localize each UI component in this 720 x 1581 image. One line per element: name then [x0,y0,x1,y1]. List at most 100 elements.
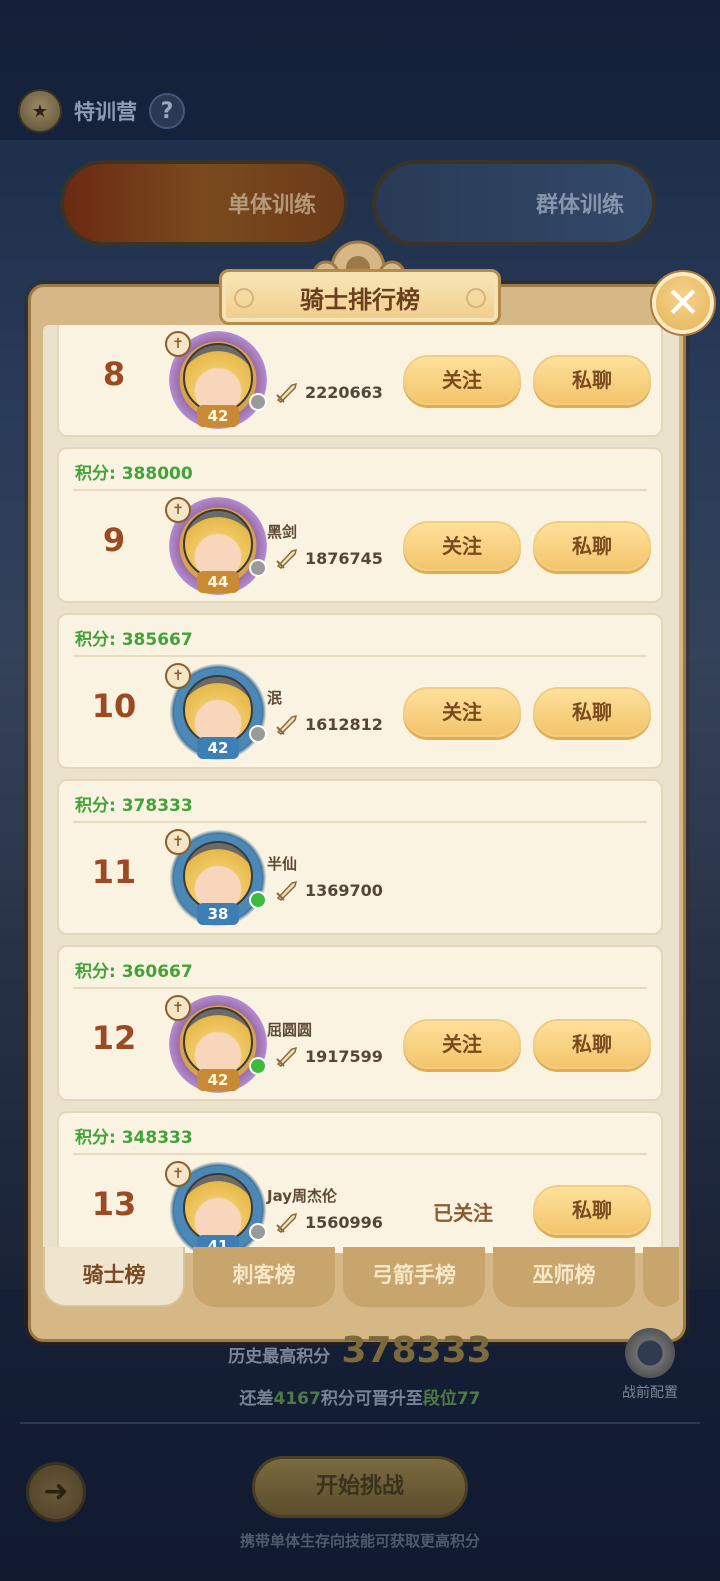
follow-button[interactable]: 关注 [403,355,521,405]
tab-class-1[interactable]: 刺客榜 [193,1247,335,1307]
back-arrow-icon: ➜ [43,1474,69,1509]
online-status-indicator [249,891,267,909]
tab-class-0[interactable]: 骑士榜 [43,1247,185,1307]
panel-title-plate: 骑士排行榜 [219,269,501,325]
ranking-list: 8 ✝ 42 2220663 关注 私聊 积分: 388000 9 ✝ 44 黑剑 1… [57,325,663,1253]
private-chat-button[interactable]: 私聊 [533,355,651,405]
start-challenge-button[interactable]: 开始挑战 [252,1456,468,1518]
private-chat-button[interactable]: 私聊 [533,1185,651,1235]
player-name: Jay周杰伦 [267,1187,338,1205]
private-chat-button[interactable]: 私聊 [533,1019,651,1069]
sword-icon [276,548,298,569]
level-badge: 42 [197,737,239,759]
power-value: 1612812 [305,714,383,734]
promo-rank: 段位77 [422,1389,481,1409]
entry-divider [73,821,647,823]
hint-text: 携带单体生存向技能可获取更高积分 [239,1532,480,1550]
combat-power: 1369700 [275,879,383,901]
combat-power: 2220663 [275,381,383,403]
score-label: 积分: 385667 [75,630,193,650]
online-status-indicator [249,559,267,577]
player-name: 屈圆圆 [267,1021,313,1039]
rank-number: 8 [102,355,126,393]
history-value: 378333 [341,1330,492,1371]
sword-icon [276,1212,298,1233]
promo-middle: 积分可晋升至 [320,1389,423,1409]
tab-class-2[interactable]: 弓箭手榜 [343,1247,485,1307]
config-label: 战前配置 [622,1385,678,1401]
power-value: 2220663 [305,382,383,402]
score-label: 积分: 348333 [75,1128,193,1148]
character-portrait [183,841,253,911]
close-icon: ✕ [665,278,701,327]
ranking-list-viewport[interactable]: 8 ✝ 42 2220663 关注 私聊 积分: 388000 9 ✝ 44 黑剑 1… [43,325,679,1253]
ornament-icon [466,288,486,308]
combat-power: 1612812 [275,713,383,735]
gear-icon [625,1328,675,1378]
rank-number: 9 [102,521,126,559]
history-best: 历史最高积分 378333 [0,1330,720,1371]
avatar[interactable]: ✝ 42 [165,663,267,761]
score-label: 积分: 388000 [75,464,193,484]
cross-badge-icon: ✝ [165,331,191,357]
close-button[interactable]: ✕ [652,272,714,334]
avatar[interactable]: ✝ 41 [165,1161,267,1253]
level-badge: 44 [197,571,239,593]
help-button[interactable]: ? [149,93,185,129]
private-chat-button[interactable]: 私聊 [533,521,651,571]
entry-divider [73,489,647,491]
ranking-panel: 骑士排行榜 8 ✝ 42 2220663 关注 私聊 积分: 388000 9 ✝ 4… [28,269,686,1342]
online-status-indicator [249,725,267,743]
ornament-icon [234,288,254,308]
tab-more[interactable] [643,1247,679,1307]
rank-number: 13 [91,1185,137,1223]
avatar[interactable]: ✝ 42 [165,331,267,429]
ranking-entry: 积分: 378333 11 ✝ 38 半仙 1369700 [57,779,663,935]
rank-number: 10 [91,687,137,725]
ranking-entry: 积分: 348333 13 ✝ 41 Jay周杰伦 1560996 已关注 私聊 [57,1111,663,1253]
avatar[interactable]: ✝ 44 [165,497,267,595]
avatar[interactable]: ✝ 42 [165,995,267,1093]
mode-single-training[interactable]: 单体训练 [60,160,348,246]
power-value: 1369700 [305,880,383,900]
follow-button[interactable]: 关注 [403,1019,521,1069]
follow-button[interactable]: 关注 [403,521,521,571]
online-status-indicator [249,1223,267,1241]
character-portrait [183,343,253,413]
followed-label: 已关注 [433,1201,493,1225]
character-portrait [183,1007,253,1077]
combat-power: 1876745 [275,547,383,569]
score-label: 积分: 378333 [75,796,193,816]
sword-icon [276,714,298,735]
back-button[interactable]: ➜ [26,1462,86,1522]
class-tabs: 骑士榜 刺客榜 弓箭手榜 巫师榜 [43,1247,679,1307]
sword-icon [276,382,298,403]
rank-number: 12 [91,1019,137,1057]
promotion-info: 还差4167积分可晋升至段位77 [0,1384,720,1409]
character-portrait [183,509,253,579]
ranking-entry: 积分: 360667 12 ✝ 42 屈圆圆 1917599 关注 私聊 [57,945,663,1101]
ranking-entry: 8 ✝ 42 2220663 关注 私聊 [57,325,663,437]
private-chat-button[interactable]: 私聊 [533,687,651,737]
score-label: 积分: 360667 [75,962,193,982]
cross-badge-icon: ✝ [165,497,191,523]
entry-divider [73,987,647,989]
panel-title: 骑士排行榜 [300,285,420,314]
level-badge: 38 [197,903,239,925]
follow-button[interactable]: 关注 [403,687,521,737]
avatar[interactable]: ✝ 38 [165,829,267,927]
tab-class-3[interactable]: 巫师榜 [493,1247,635,1307]
sword-icon [276,880,298,901]
online-status-indicator [249,1057,267,1075]
mode-group-training[interactable]: 群体训练 [372,160,656,246]
history-label: 历史最高积分 [228,1347,331,1367]
promo-points: 4167 [273,1389,321,1409]
divider [20,1422,700,1424]
top-bar: ★ 特训营 ? [18,88,185,134]
promo-prefix: 还差 [239,1389,274,1409]
power-value: 1917599 [305,1046,383,1066]
character-portrait [183,1173,253,1243]
pre-battle-config-button[interactable]: 战前配置 [614,1328,686,1402]
cross-badge-icon: ✝ [165,663,191,689]
entry-divider [73,655,647,657]
